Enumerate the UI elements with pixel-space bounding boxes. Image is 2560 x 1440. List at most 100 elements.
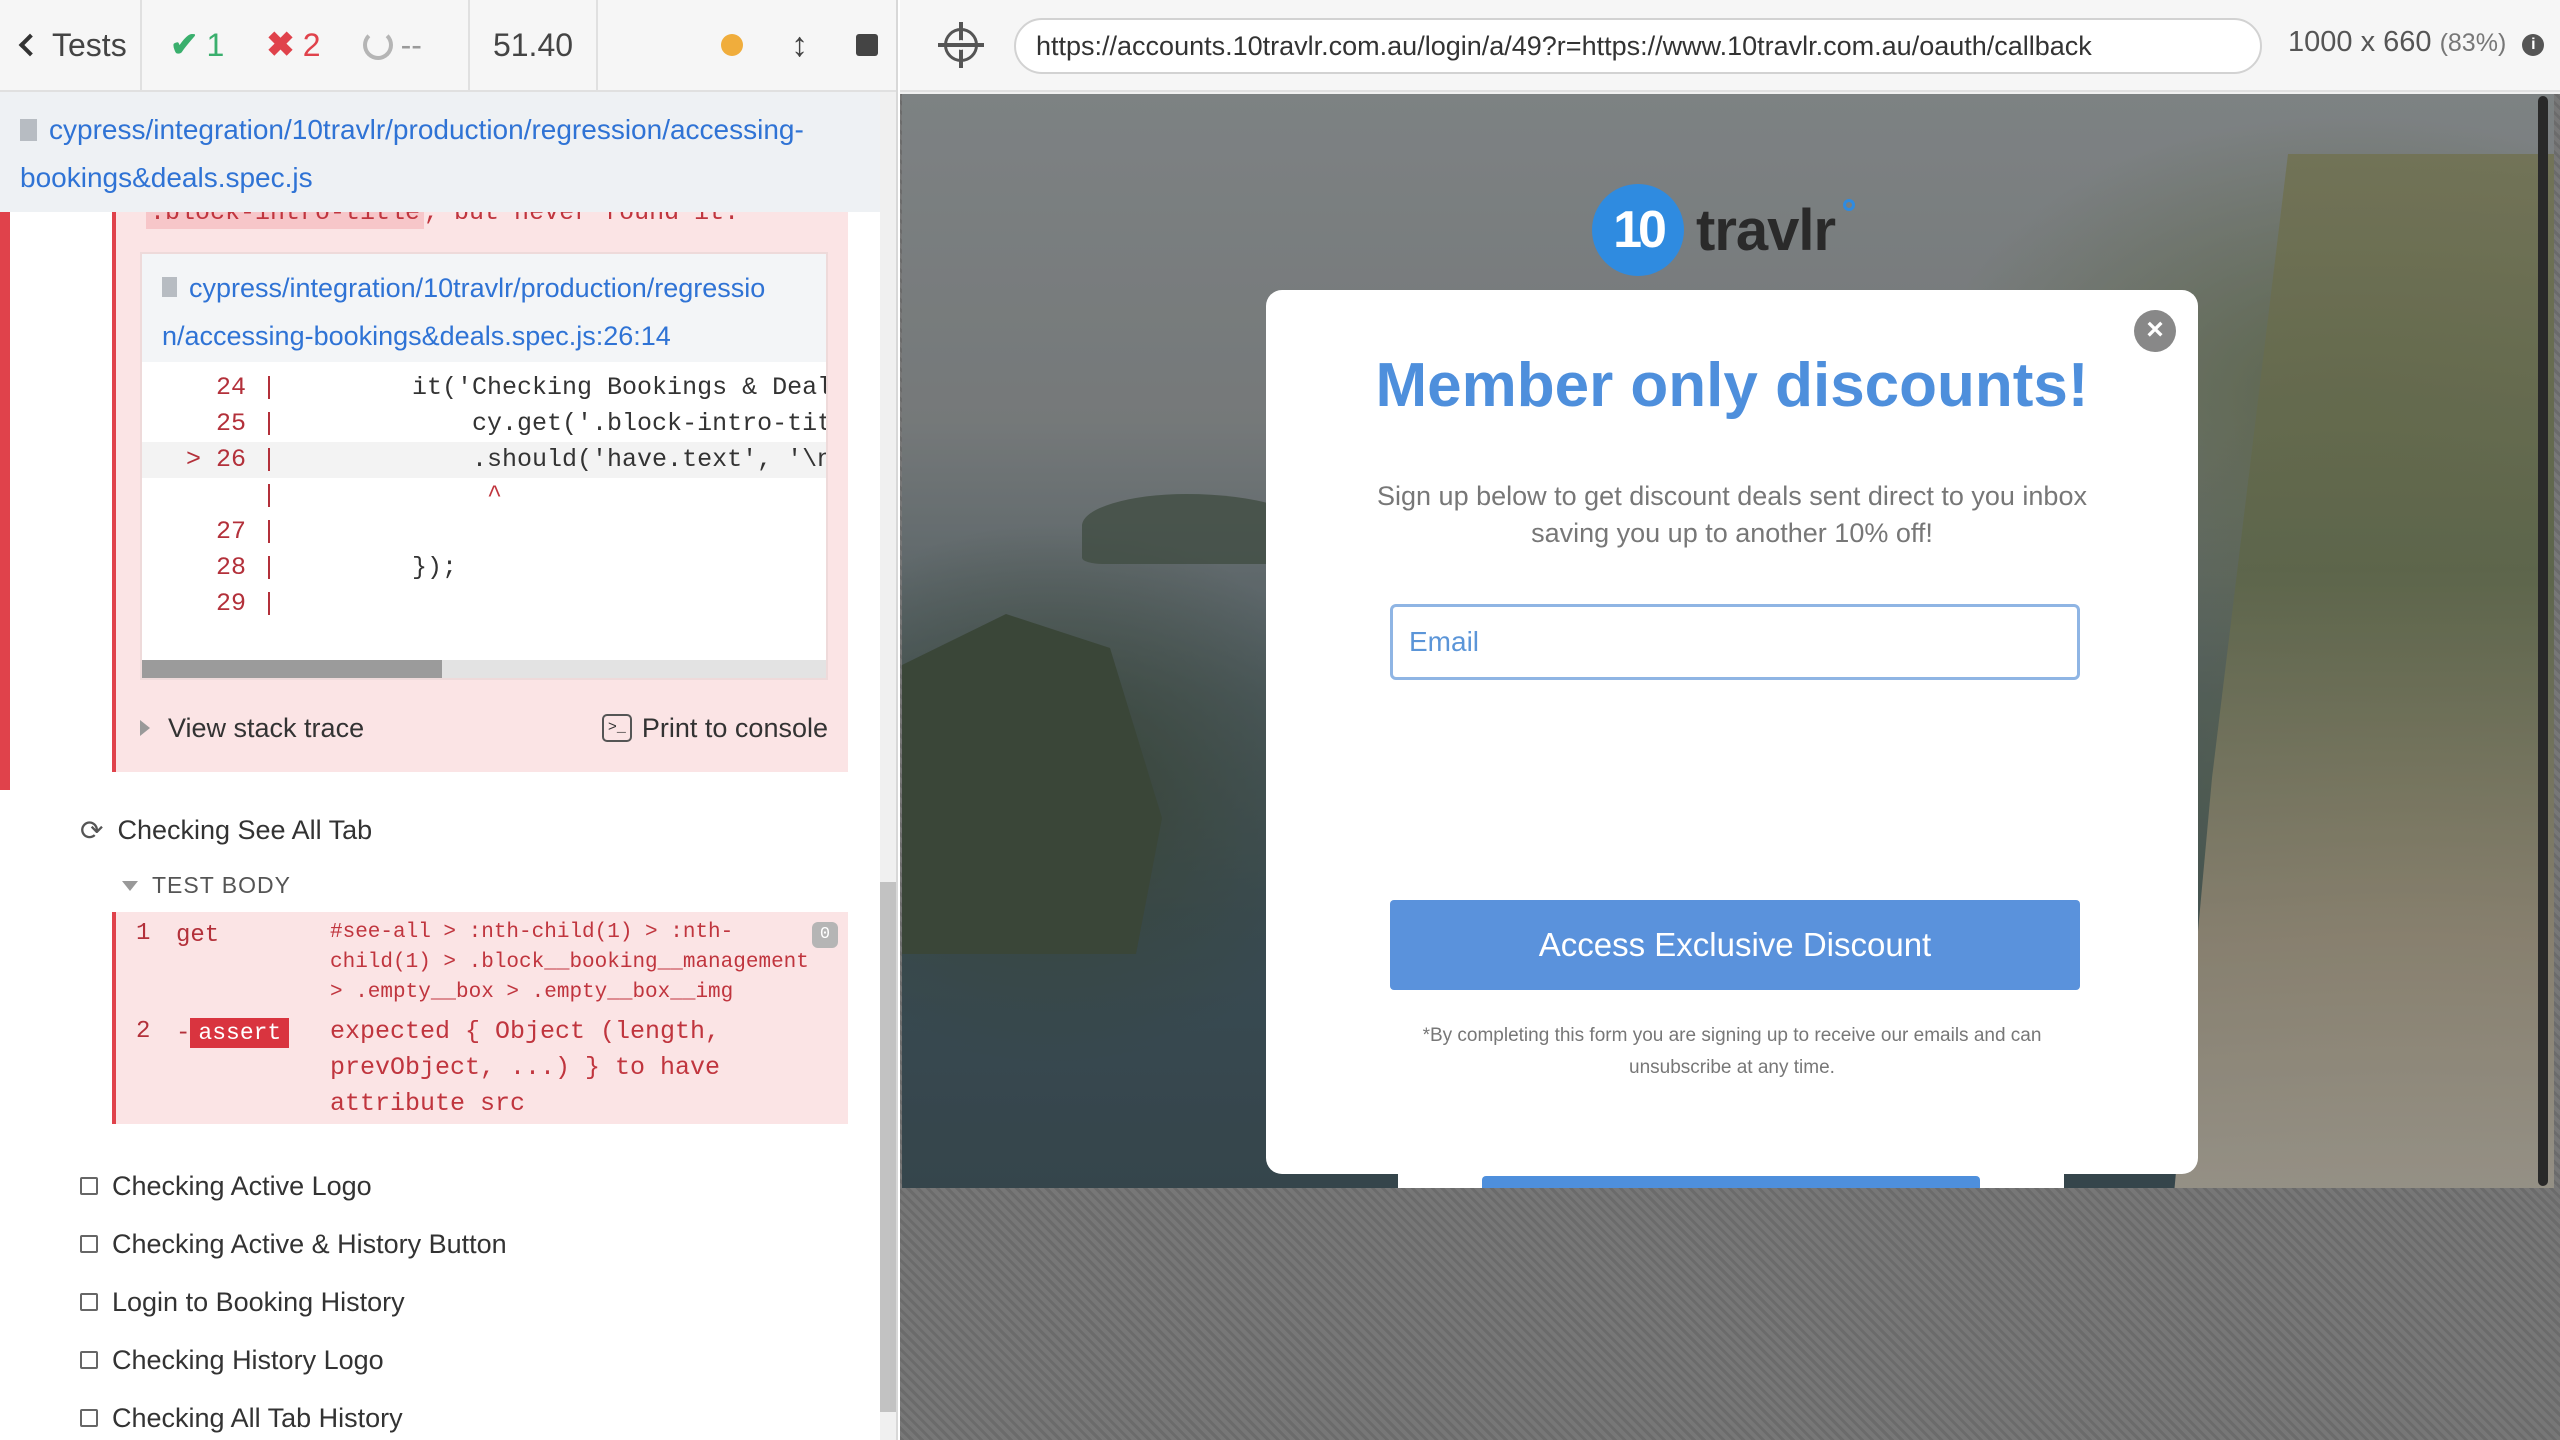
access-discount-button[interactable]: Access Exclusive Discount [1390, 900, 2080, 990]
print-to-console-label: Print to console [641, 712, 828, 743]
command-row[interactable]: 1 get #see-all > :nth-child(1) > :nth-ch… [116, 916, 848, 1004]
tests-button[interactable]: Tests [0, 0, 142, 90]
current-line-marker: > [185, 445, 201, 474]
pending-test-icon [80, 1409, 98, 1427]
stop-icon[interactable] [856, 34, 878, 56]
code-line: 28 | }); [142, 550, 826, 586]
crosshair-center [956, 40, 966, 50]
line-number: 27 [215, 517, 246, 546]
caret-down-icon [122, 880, 138, 891]
test-item[interactable]: Checking Active & History Button [80, 1224, 507, 1264]
test-item[interactable]: Login to Booking History [80, 1282, 405, 1322]
line-separator: | [261, 409, 277, 438]
error-message: .block-intro-title, but never found it. [146, 212, 740, 229]
view-stack-trace-toggle[interactable]: View stack trace [140, 713, 364, 744]
aut-frame: 10 travlr × Member only discounts! Sign … [900, 94, 2560, 1440]
aut-panel: https://accounts.10travlr.com.au/login/a… [900, 0, 2560, 1440]
modal-disclaimer: *By completing this form you are signing… [1422, 1025, 2042, 1078]
test-title: Checking Active Logo [112, 1170, 372, 1201]
x-icon: ✖ [266, 26, 295, 64]
line-separator: | [261, 445, 277, 474]
resize-icon[interactable]: ↕ [791, 26, 808, 65]
command-message: expected { Object (length, prevObject, .… [330, 1017, 721, 1118]
info-icon[interactable]: i [2522, 34, 2545, 56]
line-code: }); [292, 553, 458, 582]
reporter-scrollbar[interactable] [880, 92, 896, 1440]
background-rock [902, 614, 1162, 954]
code-line: 24 | it('Checking Bookings & Deals [142, 370, 826, 406]
viewport-scale: (83%) [2439, 29, 2507, 57]
print-to-console-button[interactable]: >_ Print to console [601, 712, 828, 744]
command-row-failed[interactable]: 2 - assert expected { Object (length, pre… [116, 1012, 848, 1122]
code-frame: cypress/integration/10travlr/production/… [140, 252, 828, 680]
frame-path-line-1[interactable]: cypress/integration/10travlr/production/… [189, 273, 765, 303]
spec-path-link[interactable]: cypress/integration/10travlr/production/… [20, 114, 804, 193]
code-frame-path[interactable]: cypress/integration/10travlr/production/… [142, 254, 826, 362]
command-message: #see-all > :nth-child(1) > :nth-child(1)… [330, 921, 809, 1004]
view-stack-trace-label: View stack trace [168, 712, 365, 743]
line-number-value: 26 [215, 445, 246, 474]
line-separator: | [261, 589, 277, 618]
test-item[interactable]: Checking Active Logo [80, 1166, 372, 1206]
line-number: 24 [215, 373, 246, 402]
aut-header: https://accounts.10travlr.com.au/login/a… [900, 0, 2560, 92]
spinner-icon [362, 30, 393, 60]
command-name: get [176, 922, 220, 949]
scrollbar-thumb[interactable] [880, 882, 896, 1412]
command-prefix: - [176, 1020, 191, 1047]
test-title: Checking All Tab History [112, 1402, 403, 1433]
element-count-badge: 0 [812, 922, 838, 948]
duration: 51.40 [470, 0, 598, 90]
brand-logo: 10 travlr [1592, 184, 1856, 276]
scrollbar-thumb[interactable] [142, 660, 442, 678]
run-controls: ↕ [598, 0, 896, 90]
line-separator: | [261, 553, 277, 582]
cypress-runner: Tests ✔ 1 ✖ 2 -- 51.40 ↕ cypress/integra… [0, 0, 2560, 1440]
failed-value: 2 [302, 26, 321, 63]
file-icon [20, 119, 37, 141]
test-body-toggle[interactable]: TEST BODY [122, 872, 291, 899]
email-field[interactable] [1390, 604, 2080, 680]
test-item[interactable]: Checking History Logo [80, 1340, 384, 1380]
code-frame-scrollbar[interactable] [142, 660, 826, 678]
line-number: > 26 [142, 442, 246, 478]
underlying-button-edge [1482, 1176, 1980, 1188]
command-number: 2 [136, 1018, 151, 1045]
test-item-current[interactable]: ⟳ Checking See All Tab [80, 810, 372, 850]
logo-text: travlr [1696, 197, 1836, 263]
frame-path-line-2[interactable]: n/accessing-bookings&deals.spec.js:26:14 [162, 321, 671, 351]
passed-count: ✔ 1 [170, 25, 224, 65]
url-bar[interactable]: https://accounts.10travlr.com.au/login/a… [1014, 18, 2262, 74]
assert-badge: assert [190, 1018, 290, 1048]
pending-test-icon [80, 1235, 98, 1253]
line-number: 28 [215, 553, 246, 582]
failed-count: ✖ 2 [266, 25, 320, 65]
spec-file-header: cypress/integration/10travlr/production/… [0, 92, 880, 212]
test-title: Checking Active & History Button [112, 1228, 507, 1259]
app-scrollbar[interactable] [2538, 96, 2548, 1186]
chevron-left-icon [18, 33, 42, 57]
logo-mark: 10 [1592, 184, 1684, 276]
check-icon: ✔ [170, 26, 199, 64]
error-caret: ^ [292, 481, 503, 510]
runnables-list: .block-intro-title, but never found it. … [0, 212, 880, 1440]
status-dot-icon [721, 34, 743, 56]
error-selector: .block-intro-title [146, 212, 425, 229]
close-icon[interactable]: × [2134, 310, 2176, 352]
test-body-label: TEST BODY [152, 872, 291, 898]
error-message-text: , but never found it. [424, 212, 740, 227]
test-title: Checking History Logo [112, 1344, 384, 1375]
line-separator: | [261, 481, 277, 510]
line-code: cy.get('.block-intro-titl [292, 409, 828, 438]
crosshair-icon[interactable] [938, 22, 984, 68]
error-actions: View stack trace >_ Print to console [116, 698, 848, 758]
passed-value: 1 [206, 26, 225, 63]
modal-title: Member only discounts! [1375, 351, 2089, 420]
test-item[interactable]: Checking All Tab History [80, 1398, 403, 1438]
discount-modal: × Member only discounts! Sign up below t… [1266, 290, 2198, 1174]
logo-dot [1843, 199, 1856, 211]
tests-label: Tests [52, 26, 127, 63]
refresh-icon: ⟳ [80, 814, 104, 846]
line-code: it('Checking Bookings & Deals [292, 373, 828, 402]
line-number: 29 [215, 589, 246, 618]
